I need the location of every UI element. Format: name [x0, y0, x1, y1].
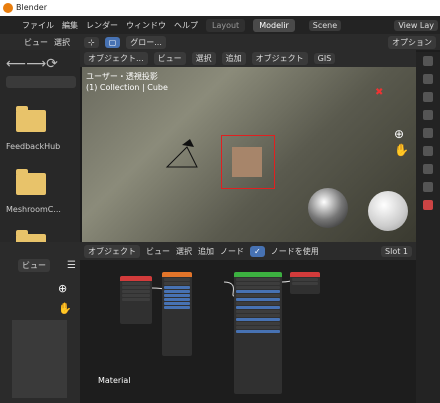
tool-properties-icon[interactable]	[423, 56, 433, 66]
view-layer-selector[interactable]: View Lay	[394, 19, 438, 31]
blender-logo-icon	[3, 3, 13, 13]
image-view-menu[interactable]: ビュー	[18, 258, 50, 272]
texture-coordinate-node[interactable]	[120, 276, 152, 324]
menu-bar: ファイル 編集 レンダー ウィンドウ ヘルプ Layout Modelir Sc…	[0, 16, 440, 34]
use-nodes-label: ノードを使用	[270, 246, 319, 256]
cube-object[interactable]	[232, 147, 262, 177]
node-header	[234, 272, 282, 277]
file-search-input[interactable]	[6, 76, 76, 88]
render-properties-icon[interactable]	[423, 74, 433, 84]
material-preview-sphere[interactable]	[368, 191, 408, 231]
nav-arrows-icon[interactable]: ⟵⟶⟳	[6, 56, 58, 72]
tab-modeling[interactable]: Modelir	[253, 18, 295, 32]
zoom-icon[interactable]: ⊕	[394, 127, 404, 141]
folder-icon[interactable]	[16, 106, 46, 132]
camera-icon[interactable]	[162, 137, 212, 177]
navigation-gizmo-icon[interactable]: ✖	[375, 87, 383, 98]
file-browser-panel: ビュー 選択 ⟵⟶⟳ FeedbackHub MeshroomC...	[0, 34, 80, 256]
image-editor-panel: ビュー ☰ ⊕ ✋	[0, 242, 80, 403]
cursor-tool-button[interactable]: ⊹	[84, 36, 99, 48]
viewport-view-menu[interactable]: ビュー	[153, 52, 186, 65]
image-texture-node[interactable]	[162, 272, 192, 356]
slot-dropdown[interactable]: Slot 1	[381, 245, 412, 257]
object-mode-dropdown[interactable]: オブジェクト...	[84, 52, 148, 65]
properties-tabs	[416, 52, 440, 403]
modifier-properties-icon[interactable]	[423, 182, 433, 192]
left-select-menu[interactable]: 選択	[54, 37, 70, 48]
node-node-menu[interactable]: ノード	[220, 246, 244, 257]
node-header	[120, 276, 152, 281]
scene-selector[interactable]: Scene	[308, 19, 342, 31]
node-header	[290, 272, 320, 277]
view-layer-icon[interactable]	[423, 110, 433, 120]
window-title: Blender	[16, 3, 47, 12]
folder-icon[interactable]	[16, 169, 46, 195]
pan-hand-icon[interactable]: ✋	[58, 302, 72, 315]
menu-edit[interactable]: 編集	[62, 20, 78, 31]
menu-icon[interactable]: ☰	[67, 260, 76, 271]
image-canvas[interactable]	[12, 320, 67, 398]
file-item-label[interactable]: MeshroomC...	[6, 205, 61, 214]
output-properties-icon[interactable]	[423, 92, 433, 102]
title-bar: Blender	[0, 0, 440, 16]
node-canvas[interactable]: Material	[80, 260, 416, 403]
options-dropdown[interactable]: オプション	[388, 35, 436, 49]
menu-window[interactable]: ウィンドウ	[126, 20, 166, 31]
material-output-node[interactable]	[290, 272, 320, 294]
viewport-add-menu[interactable]: 追加	[221, 52, 246, 65]
node-view-menu[interactable]: ビュー	[146, 246, 170, 257]
viewport-header: オブジェクト... ビュー 選択 追加 オブジェクト GIS	[80, 50, 416, 67]
menu-file[interactable]: ファイル	[22, 20, 54, 31]
node-add-menu[interactable]: 追加	[198, 246, 214, 257]
world-properties-icon[interactable]	[423, 146, 433, 156]
left-view-menu[interactable]: ビュー	[24, 37, 48, 48]
collection-label: (1) Collection | Cube	[86, 83, 168, 92]
viewport-select-menu[interactable]: 選択	[191, 52, 216, 65]
menu-help[interactable]: ヘルプ	[174, 20, 198, 31]
node-mode-dropdown[interactable]: オブジェクト	[84, 244, 140, 258]
viewport-object-menu[interactable]: オブジェクト	[251, 52, 308, 65]
principled-bsdf-node[interactable]	[234, 272, 282, 394]
file-browser-header: ビュー 選択	[0, 34, 80, 50]
material-name-label: Material	[98, 376, 131, 385]
tool-header: ⊹ ▢ グロー... オプション	[80, 34, 440, 50]
object-properties-icon[interactable]	[423, 164, 433, 174]
image-editor-header: ビュー ☰	[0, 258, 80, 272]
tab-layout[interactable]: Layout	[206, 18, 246, 32]
node-select-menu[interactable]: 選択	[176, 246, 192, 257]
material-properties-icon[interactable]	[423, 200, 433, 210]
hdri-preview-sphere[interactable]	[308, 188, 348, 228]
view-perspective-label: ユーザー・透視投影	[86, 72, 158, 81]
menu-render[interactable]: レンダー	[86, 20, 118, 31]
3d-viewport[interactable]: ユーザー・透視投影 (1) Collection | Cube ✖ ⊕ ✋	[82, 67, 416, 242]
file-item-label[interactable]: FeedbackHub	[6, 142, 60, 151]
use-nodes-toggle[interactable]: ✓	[250, 245, 265, 257]
scene-properties-icon[interactable]	[423, 128, 433, 138]
node-header	[162, 272, 192, 277]
zoom-icon[interactable]: ⊕	[58, 282, 67, 295]
gis-menu[interactable]: GIS	[313, 53, 336, 64]
node-editor-header: オブジェクト ビュー 選択 追加 ノード ✓ ノードを使用 Slot 1	[80, 242, 416, 260]
orientation-dropdown[interactable]: グロー...	[126, 35, 166, 49]
pan-hand-icon[interactable]: ✋	[394, 143, 409, 157]
select-box-button[interactable]: ▢	[104, 36, 121, 48]
